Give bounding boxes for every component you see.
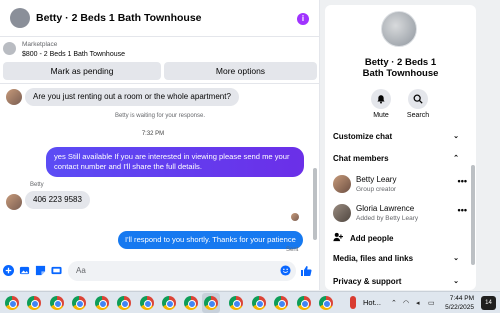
chat-window: Betty · 2 Beds 1 Bath Townhouse i Market… xyxy=(0,0,320,290)
mark-as-pending-button[interactable]: Mark as pending xyxy=(3,62,161,80)
wifi-icon[interactable]: ◠ xyxy=(403,299,409,307)
weather-text[interactable]: Hot... xyxy=(363,298,381,307)
panel-scrollbar[interactable] xyxy=(471,165,475,265)
sent-status: Sent xyxy=(286,247,299,253)
chrome-icon[interactable] xyxy=(50,296,64,310)
chevron-up-icon[interactable]: ⌃ xyxy=(391,299,397,307)
panel-title: Betty · 2 Beds 1 Bath Townhouse xyxy=(362,57,439,79)
info-icon[interactable]: i xyxy=(297,13,309,25)
member-role: Added by Betty Leary xyxy=(356,215,419,222)
message-scrollbar[interactable] xyxy=(313,168,317,240)
thumbs-up-icon[interactable] xyxy=(300,265,312,277)
chat-info-panel: Betty · 2 Beds 1 Bath Townhouse Mute Sea… xyxy=(325,5,476,290)
member-avatar xyxy=(333,204,351,222)
chevron-down-icon: ⌄ xyxy=(453,255,459,262)
member-item[interactable]: Gloria Lawrence Added by Betty Leary ••• xyxy=(333,203,469,225)
speaker-icon[interactable]: ◂ xyxy=(416,299,420,307)
message-timestamp: 7:32 PM xyxy=(141,131,165,137)
chrome-icon[interactable] xyxy=(5,296,19,310)
member-name: Gloria Lawrence xyxy=(356,204,415,213)
add-people-row[interactable]: Add people xyxy=(333,232,469,243)
chrome-icon[interactable] xyxy=(72,296,86,310)
chevron-down-icon: ⌄ xyxy=(453,278,459,285)
chat-avatar[interactable] xyxy=(10,8,30,28)
bell-icon xyxy=(377,95,385,104)
chrome-icon[interactable] xyxy=(274,296,288,310)
member-name: Betty Leary xyxy=(356,175,397,184)
sticker-icon[interactable] xyxy=(35,265,46,276)
chat-members-row[interactable]: Chat members ⌃ xyxy=(333,154,469,163)
chat-members-label: Chat members xyxy=(333,154,389,163)
message-outgoing: I'll respond to you shortly. Thanks for … xyxy=(118,231,303,249)
thermometer-icon xyxy=(350,296,356,309)
mute-label: Mute xyxy=(373,112,389,119)
taskbar: Hot... ⌃ ◠ ◂ ▭ 7:44 PM 5/22/2025 14 xyxy=(0,291,500,313)
chrome-icon[interactable] xyxy=(252,296,266,310)
media-files-row[interactable]: Media, files and links ⌄ xyxy=(333,254,469,263)
customize-chat-label: Customize chat xyxy=(333,132,393,141)
media-files-label: Media, files and links xyxy=(333,254,414,263)
notification-badge[interactable]: 14 xyxy=(481,296,496,310)
chrome-icon[interactable] xyxy=(319,296,333,310)
chrome-icon[interactable] xyxy=(95,296,109,310)
read-receipt-avatar xyxy=(291,213,299,221)
more-options-icon[interactable]: ••• xyxy=(458,176,467,186)
image-icon[interactable] xyxy=(19,265,30,276)
clock-date: 5/22/2025 xyxy=(445,304,474,311)
privacy-support-row[interactable]: Privacy & support ⌄ xyxy=(333,277,469,286)
plus-icon[interactable] xyxy=(3,265,14,276)
more-options-icon[interactable]: ••• xyxy=(458,205,467,215)
chrome-icon[interactable] xyxy=(140,296,154,310)
battery-icon[interactable]: ▭ xyxy=(428,299,435,307)
privacy-support-label: Privacy & support xyxy=(333,277,402,286)
member-item[interactable]: Betty Leary Group creator ••• xyxy=(333,174,469,196)
message-outgoing: yes Still available If you are intereste… xyxy=(46,147,304,177)
chat-title[interactable]: Betty · 2 Beds 1 Bath Townhouse xyxy=(36,12,202,24)
member-avatar xyxy=(333,175,351,193)
chevron-up-icon: ⌃ xyxy=(453,155,459,162)
sender-avatar xyxy=(6,194,22,210)
search-icon xyxy=(413,94,423,104)
member-role: Group creator xyxy=(356,186,397,193)
waiting-notice: Betty is waiting for your response. xyxy=(114,113,206,119)
gif-icon[interactable] xyxy=(51,265,62,276)
chrome-icon[interactable] xyxy=(204,296,218,310)
message-input[interactable]: Aa xyxy=(68,261,296,281)
add-person-icon xyxy=(333,232,343,242)
message-list: Are you just renting out a room or the w… xyxy=(0,83,320,255)
chrome-icon[interactable] xyxy=(162,296,176,310)
more-options-button[interactable]: More options xyxy=(164,62,317,80)
customize-chat-row[interactable]: Customize chat ⌄ xyxy=(333,132,469,141)
chrome-icon[interactable] xyxy=(184,296,198,310)
search-label: Search xyxy=(406,112,430,119)
add-people-label: Add people xyxy=(349,234,394,243)
composer: Aa xyxy=(0,257,320,285)
listing-title: $800 - 2 Beds 1 Bath Townhouse xyxy=(22,51,126,58)
marketplace-listing[interactable]: Marketplace $800 - 2 Beds 1 Bath Townhou… xyxy=(3,40,317,60)
chrome-icon[interactable] xyxy=(297,296,311,310)
chevron-down-icon: ⌄ xyxy=(453,133,459,140)
chat-header: Betty · 2 Beds 1 Bath Townhouse i xyxy=(0,0,319,37)
message-incoming: Are you just renting out a room or the w… xyxy=(25,88,239,106)
clock[interactable]: 7:44 PM 5/22/2025 xyxy=(444,294,474,312)
clock-time: 7:44 PM xyxy=(449,295,474,302)
message-incoming: 406 223 9583 xyxy=(25,191,90,209)
mute-button[interactable] xyxy=(371,89,391,109)
sender-name: Betty xyxy=(30,182,44,188)
listing-thumbnail xyxy=(3,42,16,55)
sender-avatar xyxy=(6,89,22,105)
marketplace-label: Marketplace xyxy=(22,41,58,48)
chrome-icon[interactable] xyxy=(27,296,41,310)
chrome-icon[interactable] xyxy=(229,296,243,310)
listing-photo xyxy=(381,11,417,47)
search-button[interactable] xyxy=(408,89,428,109)
chrome-icon[interactable] xyxy=(117,296,131,310)
emoji-icon[interactable] xyxy=(280,265,291,276)
